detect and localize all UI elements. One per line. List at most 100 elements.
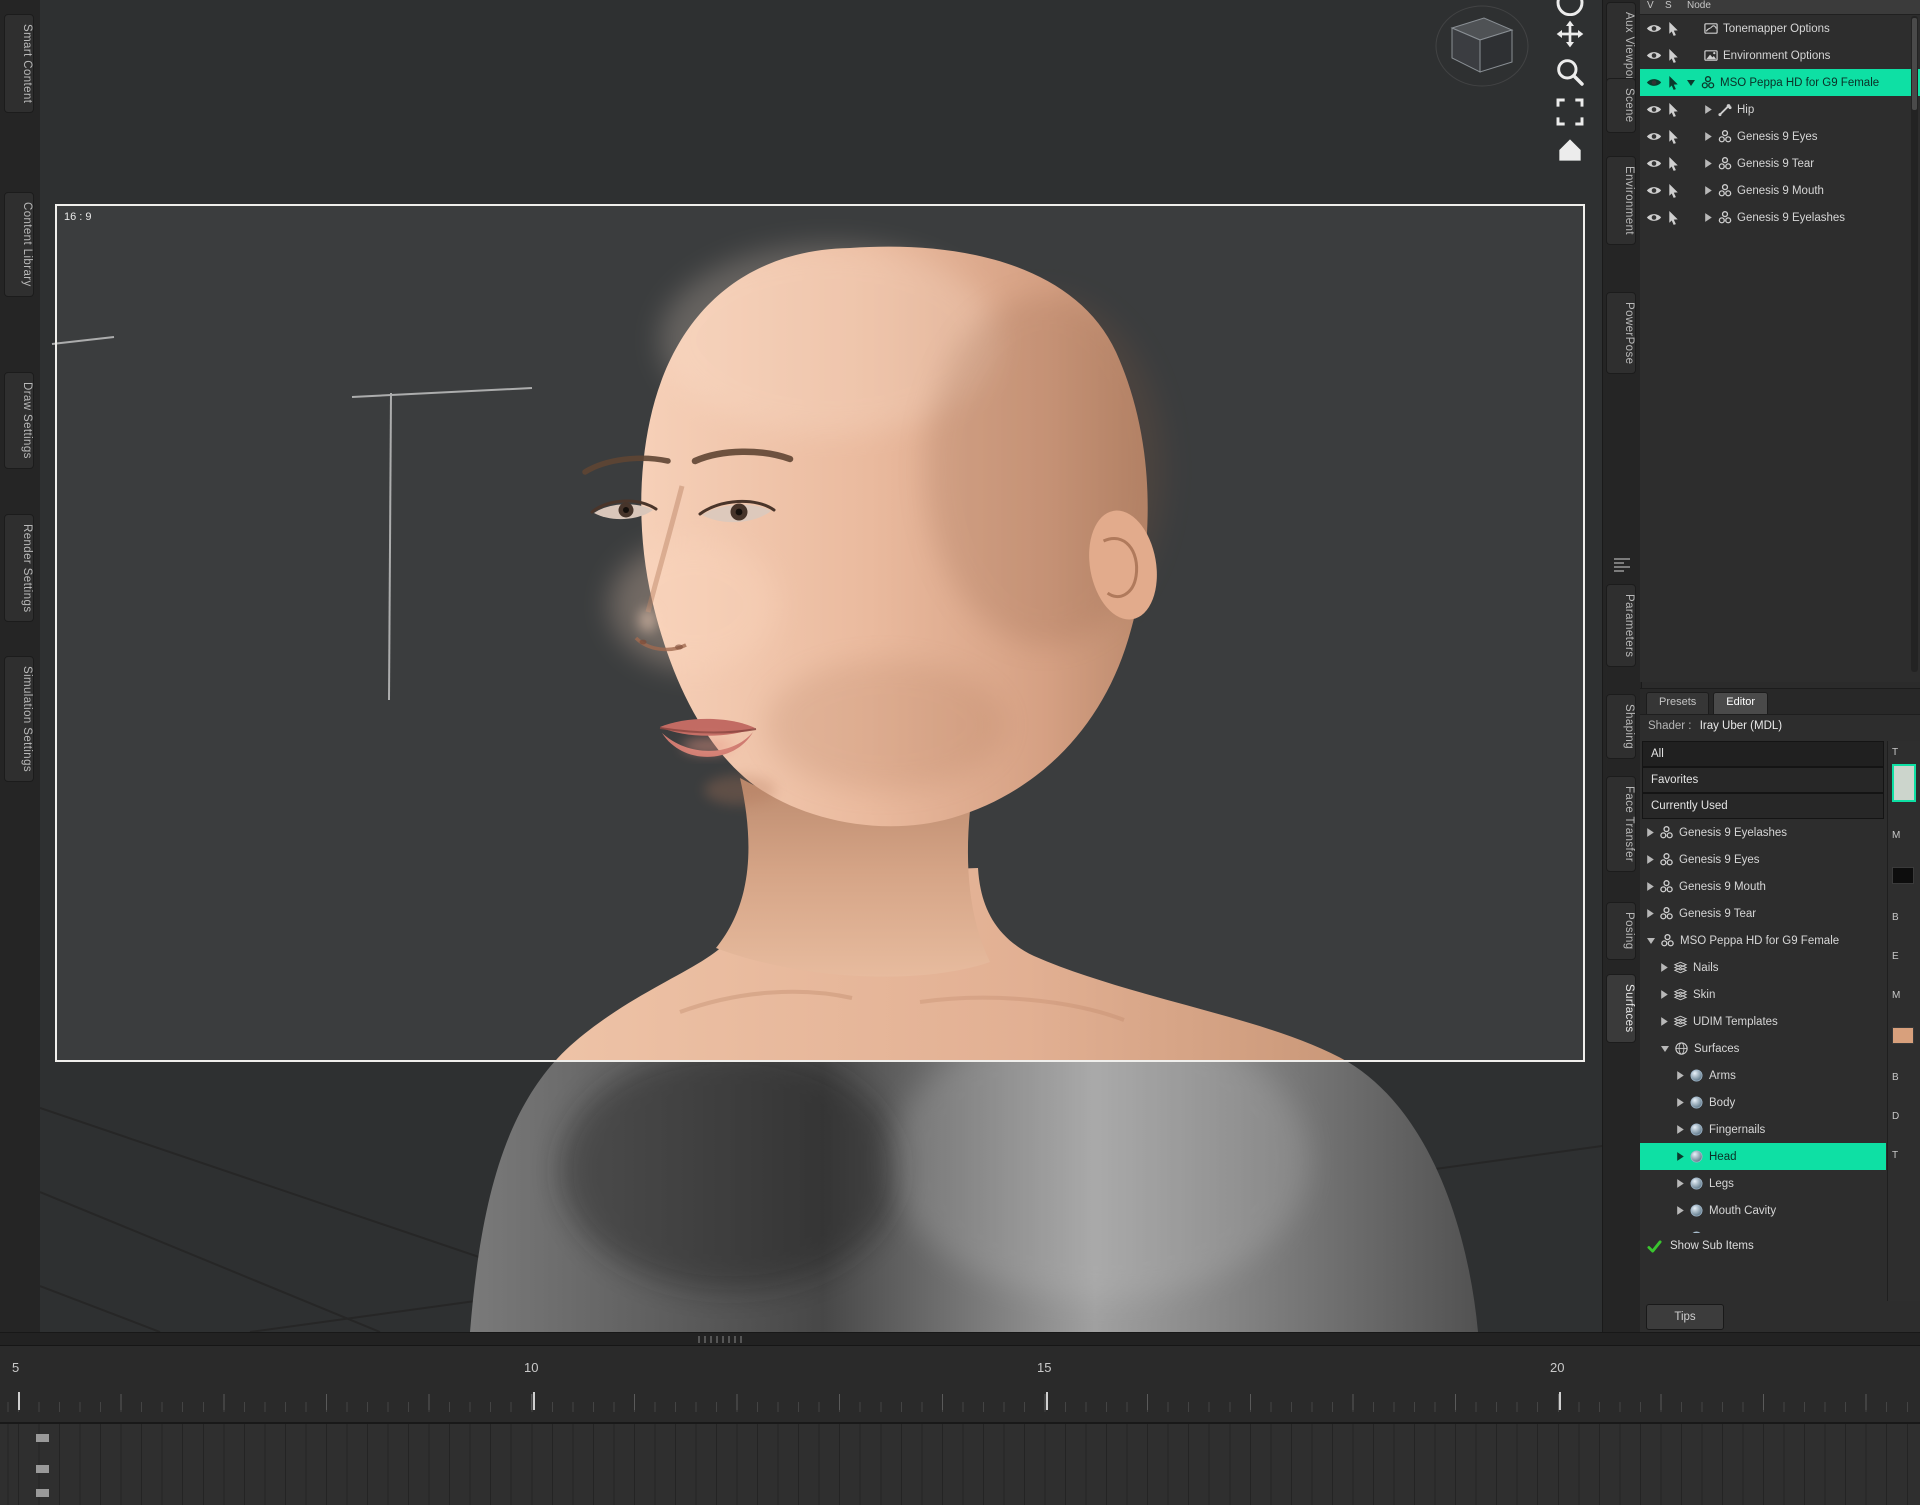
track-header-marker[interactable]: [36, 1465, 49, 1473]
selectable-cursor-icon[interactable]: [1666, 156, 1682, 171]
tab-smart-content[interactable]: Smart Content: [4, 14, 34, 113]
visibility-eye-icon[interactable]: [1646, 21, 1662, 36]
selectable-cursor-icon[interactable]: [1666, 21, 1682, 36]
scene-row-selected[interactable]: MSO Peppa HD for G9 Female: [1640, 69, 1920, 96]
tab-posing[interactable]: Posing: [1606, 902, 1636, 960]
caret-right-icon[interactable]: [1704, 104, 1713, 115]
visibility-eye-icon[interactable]: [1646, 102, 1662, 117]
tab-face-transfer[interactable]: Face Transfer: [1606, 776, 1636, 872]
frame-icon[interactable]: [1554, 96, 1586, 128]
caret-right-icon[interactable]: [1646, 827, 1655, 838]
tab-content-library[interactable]: Content Library: [4, 192, 34, 297]
surface-row[interactable]: MSO Peppa HD for G9 Female: [1640, 927, 1886, 954]
caret-right-icon[interactable]: [1704, 185, 1713, 196]
selectable-cursor-icon[interactable]: [1666, 75, 1682, 90]
visibility-eye-icon[interactable]: [1646, 156, 1662, 171]
scene-scrollbar-thumb[interactable]: [1912, 18, 1917, 110]
surface-row[interactable]: Mouth Cavity: [1640, 1197, 1886, 1224]
visibility-eye-icon[interactable]: [1646, 48, 1662, 63]
view-cube[interactable]: [1430, 0, 1540, 100]
surface-row[interactable]: Genesis 9 Tear: [1640, 900, 1886, 927]
surface-row[interactable]: Legs: [1640, 1170, 1886, 1197]
tab-editor[interactable]: Editor: [1713, 692, 1768, 714]
visibility-eye-icon[interactable]: [1646, 129, 1662, 144]
filter-all[interactable]: All: [1642, 741, 1884, 767]
scene-row[interactable]: Hip: [1640, 96, 1920, 123]
caret-right-icon[interactable]: [1646, 854, 1655, 865]
visibility-eye-icon[interactable]: [1646, 75, 1662, 90]
tab-environment[interactable]: Environment: [1606, 156, 1636, 245]
track-header-marker[interactable]: [36, 1434, 49, 1442]
caret-right-icon[interactable]: [1676, 1205, 1685, 1216]
caret-down-icon[interactable]: [1660, 1045, 1670, 1053]
tab-powerpose[interactable]: PowerPose: [1606, 292, 1636, 374]
viewport-timeline-splitter[interactable]: [0, 1332, 1920, 1346]
caret-right-icon[interactable]: [1646, 908, 1655, 919]
surface-row[interactable]: Genesis 9 Eyelashes: [1640, 819, 1886, 846]
caret-right-icon[interactable]: [1676, 1070, 1685, 1081]
visibility-eye-icon[interactable]: [1646, 210, 1662, 225]
scene-row[interactable]: Environment Options: [1640, 42, 1920, 69]
scene-scrollbar[interactable]: [1911, 16, 1918, 672]
pan-icon[interactable]: [1554, 18, 1586, 50]
track-header-marker[interactable]: [36, 1489, 49, 1497]
caret-down-icon[interactable]: [1686, 79, 1696, 87]
caret-right-icon[interactable]: [1676, 1178, 1685, 1189]
caret-right-icon[interactable]: [1676, 1124, 1685, 1135]
caret-right-icon[interactable]: [1660, 989, 1669, 1000]
tab-scene[interactable]: Scene: [1606, 78, 1636, 133]
scene-row[interactable]: Genesis 9 Eyes: [1640, 123, 1920, 150]
visibility-eye-icon[interactable]: [1646, 183, 1662, 198]
pane-splitter-icon[interactable]: [1611, 556, 1633, 572]
surface-row[interactable]: Arms: [1640, 1062, 1886, 1089]
caret-right-icon[interactable]: [1676, 1151, 1685, 1162]
color-swatch-dark[interactable]: [1892, 867, 1914, 884]
zoom-icon[interactable]: [1554, 56, 1586, 88]
scene-row[interactable]: Tonemapper Options: [1640, 15, 1920, 42]
surface-row[interactable]: Genesis 9 Mouth: [1640, 873, 1886, 900]
surface-row[interactable]: Surfaces: [1640, 1035, 1886, 1062]
surface-row-selected[interactable]: Head: [1640, 1143, 1886, 1170]
timeline[interactable]: 5 10 15 20: [0, 1345, 1920, 1505]
surface-row[interactable]: Nails: [1640, 954, 1886, 981]
tips-button[interactable]: Tips: [1646, 1304, 1724, 1330]
tab-surfaces[interactable]: Surfaces: [1606, 974, 1636, 1043]
selectable-cursor-icon[interactable]: [1666, 102, 1682, 117]
tab-render-settings[interactable]: Render Settings: [4, 514, 34, 622]
timeline-track[interactable]: [0, 1458, 1920, 1484]
check-icon[interactable]: [1646, 1239, 1663, 1254]
caret-right-icon[interactable]: [1660, 1016, 1669, 1027]
caret-right-icon[interactable]: [1676, 1097, 1685, 1108]
map-thumbnail-selected[interactable]: [1892, 764, 1916, 802]
caret-right-icon[interactable]: [1704, 212, 1713, 223]
splitter-handle[interactable]: [698, 1336, 744, 1343]
selectable-cursor-icon[interactable]: [1666, 210, 1682, 225]
color-swatch-skin[interactable]: [1892, 1027, 1914, 1044]
3d-viewport[interactable]: 16 : 9: [40, 0, 1602, 1332]
surface-row[interactable]: UDIM Templates: [1640, 1008, 1886, 1035]
tab-shaping[interactable]: Shaping: [1606, 694, 1636, 759]
selectable-cursor-icon[interactable]: [1666, 48, 1682, 63]
orbit-icon[interactable]: [1554, 0, 1586, 16]
caret-down-icon[interactable]: [1646, 937, 1656, 945]
filter-favorites[interactable]: Favorites: [1642, 767, 1884, 793]
filter-currently-used[interactable]: Currently Used: [1642, 793, 1884, 819]
scene-row[interactable]: Genesis 9 Mouth: [1640, 177, 1920, 204]
timeline-track[interactable]: [0, 1483, 1920, 1505]
scene-row[interactable]: Genesis 9 Eyelashes: [1640, 204, 1920, 231]
home-icon[interactable]: [1554, 134, 1586, 166]
tab-simulation-settings[interactable]: Simulation Settings: [4, 656, 34, 782]
tab-draw-settings[interactable]: Draw Settings: [4, 372, 34, 469]
caret-right-icon[interactable]: [1704, 158, 1713, 169]
surface-row[interactable]: Body: [1640, 1089, 1886, 1116]
timeline-track[interactable]: [0, 1424, 1920, 1459]
surface-row[interactable]: Fingernails: [1640, 1116, 1886, 1143]
tab-parameters[interactable]: Parameters: [1606, 584, 1636, 667]
selectable-cursor-icon[interactable]: [1666, 129, 1682, 144]
caret-right-icon[interactable]: [1646, 881, 1655, 892]
caret-right-icon[interactable]: [1704, 131, 1713, 142]
selectable-cursor-icon[interactable]: [1666, 183, 1682, 198]
surface-row[interactable]: Skin: [1640, 981, 1886, 1008]
surface-row[interactable]: Genesis 9 Eyes: [1640, 846, 1886, 873]
caret-right-icon[interactable]: [1660, 962, 1669, 973]
